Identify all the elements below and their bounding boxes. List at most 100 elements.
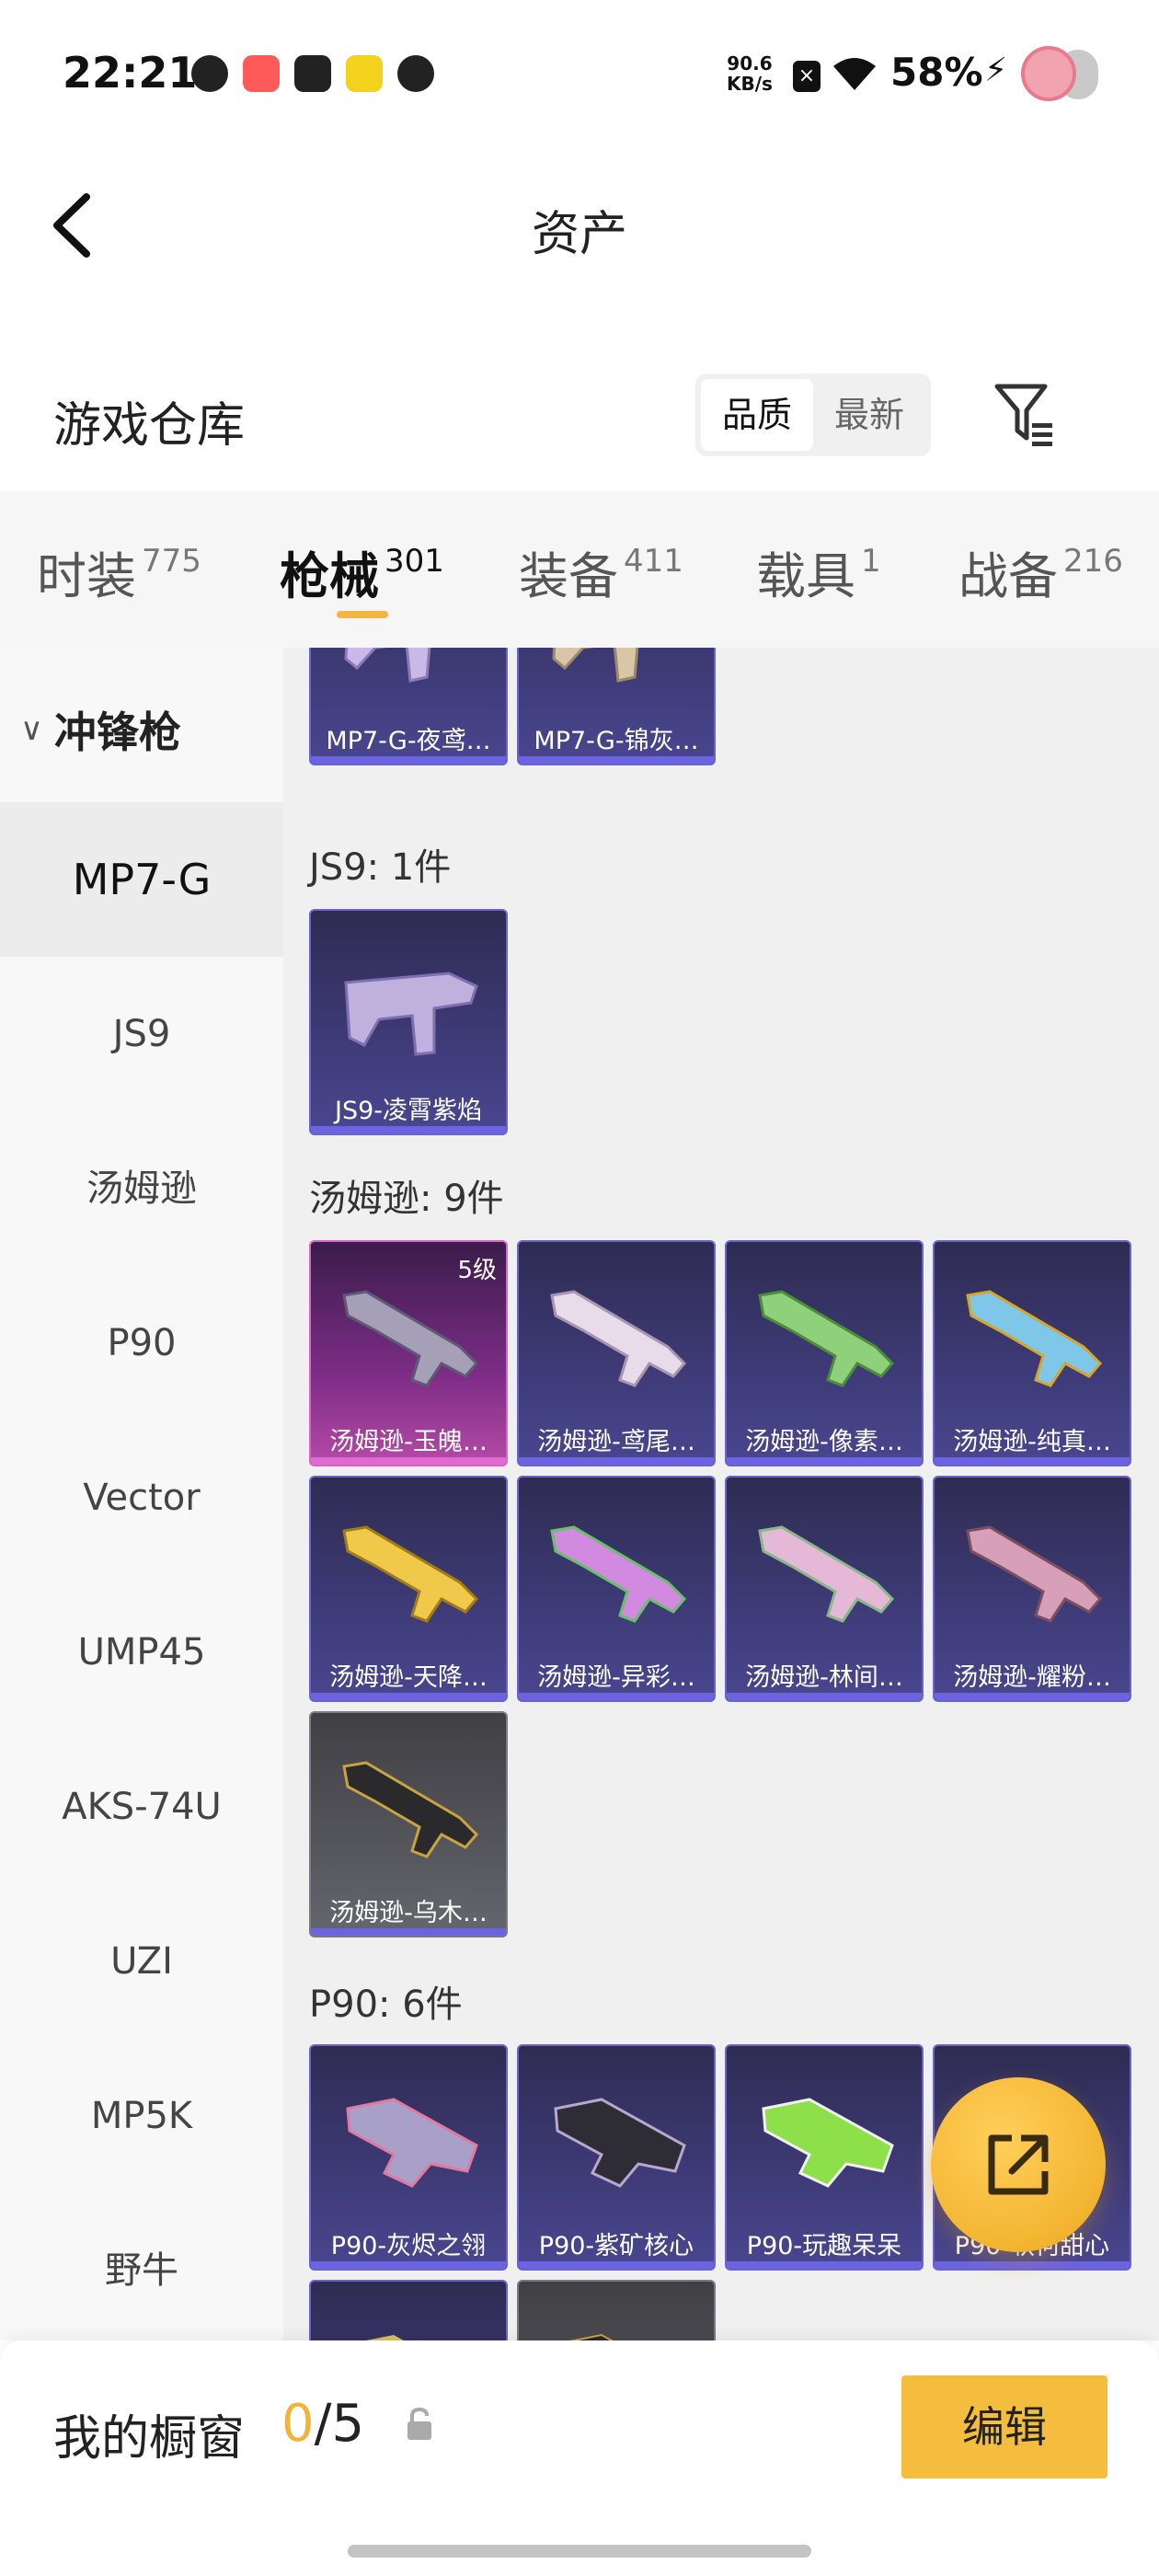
tab-label: 战备 bbox=[958, 547, 1058, 605]
weapon-image bbox=[344, 972, 478, 1056]
weapon-image bbox=[550, 1525, 687, 1623]
weapon-name: JS9-凌霄紫焰 bbox=[334, 1097, 483, 1125]
tab-fashion[interactable]: 时装 775 bbox=[37, 535, 201, 608]
weapon-name: 汤姆逊-耀粉… bbox=[953, 1663, 1111, 1692]
share-button[interactable] bbox=[931, 2077, 1106, 2252]
tab-count: 411 bbox=[624, 543, 683, 580]
showcase-count-total: /5 bbox=[314, 2394, 365, 2454]
weapon-image bbox=[758, 1290, 895, 1387]
location-icon bbox=[191, 55, 228, 92]
weapon-card[interactable] bbox=[517, 2280, 716, 2340]
weapon-card[interactable]: MP7-G-锦灰… bbox=[517, 648, 716, 765]
sidebar-item-uzi[interactable]: UZI bbox=[0, 1884, 283, 2039]
search-app-icon bbox=[397, 55, 434, 92]
weapon-card[interactable]: P90-灰烬之翎 bbox=[309, 2044, 508, 2271]
section-title-js9: JS9: 1件 bbox=[309, 846, 452, 889]
section-title-p90: P90: 6件 bbox=[309, 1984, 463, 2026]
page-title: 资产 bbox=[531, 207, 627, 262]
weapon-name: MP7-G-锦灰… bbox=[534, 727, 699, 755]
weapon-card[interactable]: 汤姆逊-乌木… bbox=[309, 1711, 508, 1938]
sim-icon: × bbox=[793, 61, 820, 92]
weapon-name: 汤姆逊-天降… bbox=[329, 1663, 488, 1692]
weapon-card[interactable] bbox=[309, 2280, 508, 2340]
notification-icons bbox=[191, 55, 434, 92]
weapon-card[interactable]: 汤姆逊-鸢尾… bbox=[517, 1240, 716, 1466]
tab-label: 时装 bbox=[37, 547, 136, 605]
weapon-image bbox=[552, 648, 639, 683]
weapon-image bbox=[344, 648, 431, 683]
tab-label: 枪械 bbox=[280, 547, 379, 605]
rarity-bar bbox=[727, 1693, 922, 1700]
tab-vehicles[interactable]: 载具 1 bbox=[756, 535, 881, 608]
weapon-name: P90-紫矿核心 bbox=[538, 2232, 694, 2260]
sort-newest-button[interactable]: 最新 bbox=[813, 379, 925, 451]
sidebar-item-vector[interactable]: Vector bbox=[0, 1420, 283, 1575]
sidebar-item-mp5k[interactable]: MP5K bbox=[0, 2039, 283, 2193]
weapon-image bbox=[966, 1525, 1103, 1623]
app-notification-icon bbox=[243, 55, 280, 92]
weapon-card[interactable]: 汤姆逊-耀粉… bbox=[933, 1476, 1131, 1702]
tab-count: 1 bbox=[861, 543, 881, 580]
edit-button[interactable]: 编辑 bbox=[901, 2375, 1107, 2478]
weapon-image bbox=[762, 2098, 894, 2188]
filter-icon[interactable] bbox=[992, 381, 1058, 451]
category-tabs: 时装 775 枪械 301 装备 411 载具 1 战备 216 bbox=[0, 491, 1159, 648]
battery-level: 58% bbox=[890, 50, 983, 95]
rarity-bar bbox=[311, 1457, 506, 1465]
weapon-name: 汤姆逊-玉魄… bbox=[329, 1428, 488, 1456]
sidebar-category-smg[interactable]: ∨ 冲锋枪 bbox=[20, 699, 181, 760]
weapon-image bbox=[366, 2335, 404, 2340]
tab-equipment[interactable]: 装备 411 bbox=[519, 535, 683, 608]
tab-count: 216 bbox=[1063, 543, 1123, 580]
tab-supplies[interactable]: 战备 216 bbox=[958, 535, 1123, 608]
home-indicator[interactable] bbox=[348, 2545, 811, 2558]
sidebar-item-bison[interactable]: 野牛 bbox=[0, 2193, 283, 2340]
sidebar-item-ump45[interactable]: UMP45 bbox=[0, 1575, 283, 1730]
weapon-card[interactable]: 5级 汤姆逊-玉魄… bbox=[309, 1240, 508, 1466]
weapon-card[interactable]: 汤姆逊-像素… bbox=[725, 1240, 924, 1466]
weapon-card[interactable]: P90-玩趣呆呆 bbox=[725, 2044, 924, 2271]
weapon-name: 汤姆逊-鸢尾… bbox=[537, 1428, 695, 1456]
rarity-bar bbox=[519, 2261, 714, 2269]
chevron-down-icon: ∨ bbox=[20, 711, 43, 748]
repository-title: 游戏仓库 bbox=[53, 398, 246, 454]
rarity-bar bbox=[311, 2261, 506, 2269]
tab-count: 775 bbox=[142, 543, 201, 580]
weapon-image bbox=[554, 2098, 686, 2188]
weapon-image bbox=[342, 1525, 479, 1623]
sidebar-item-p90[interactable]: P90 bbox=[0, 1266, 283, 1420]
weapon-card[interactable]: 汤姆逊-天降… bbox=[309, 1476, 508, 1702]
weapon-image bbox=[568, 2333, 614, 2340]
sidebar-item-js9[interactable]: JS9 bbox=[0, 957, 283, 1111]
status-bar: 22:21 90.6 KB/s × 58% ⚡ bbox=[0, 0, 1159, 138]
sidebar-item-aks74u[interactable]: AKS-74U bbox=[0, 1730, 283, 1884]
weapon-name: 汤姆逊-林间… bbox=[745, 1663, 903, 1692]
weapon-image bbox=[550, 1290, 687, 1387]
sidebar-item-thompson[interactable]: 汤姆逊 bbox=[0, 1111, 283, 1266]
tab-count: 301 bbox=[384, 543, 444, 580]
weapon-name: MP7-G-夜鸢… bbox=[326, 727, 491, 755]
section-title-thompson: 汤姆逊: 9件 bbox=[309, 1178, 504, 1220]
speed-value: 90.6 bbox=[727, 52, 773, 75]
active-tab-indicator bbox=[337, 611, 388, 618]
weapon-name: 汤姆逊-异彩… bbox=[537, 1663, 695, 1692]
showcase-bar: 我的橱窗 0/5 编辑 bbox=[0, 2340, 1159, 2576]
rarity-bar bbox=[727, 1457, 922, 1465]
weapon-sidebar: ∨ 冲锋枪 MP7-G JS9 汤姆逊 P90 Vector UMP45 AKS… bbox=[0, 648, 283, 2340]
weapon-card[interactable]: JS9-凌霄紫焰 bbox=[309, 909, 508, 1135]
weapon-name: 汤姆逊-乌木… bbox=[329, 1899, 488, 1927]
weapon-card[interactable]: 汤姆逊-林间… bbox=[725, 1476, 924, 1702]
tab-label: 装备 bbox=[519, 547, 618, 605]
sidebar-item-mp7g[interactable]: MP7-G bbox=[0, 802, 283, 957]
tab-firearms[interactable]: 枪械 301 bbox=[280, 535, 444, 608]
weapon-card[interactable]: 汤姆逊-异彩… bbox=[517, 1476, 716, 1702]
weapon-card[interactable]: P90-紫矿核心 bbox=[517, 2044, 716, 2271]
weapon-card[interactable]: 汤姆逊-纯真… bbox=[933, 1240, 1131, 1466]
rarity-bar bbox=[311, 1928, 506, 1936]
weapon-name: 汤姆逊-像素… bbox=[745, 1428, 903, 1456]
sort-quality-button[interactable]: 品质 bbox=[701, 379, 813, 451]
charging-icon: ⚡ bbox=[984, 52, 1008, 89]
weapon-image bbox=[342, 1290, 479, 1387]
weapon-card[interactable]: MP7-G-夜鸢… bbox=[309, 648, 508, 765]
rarity-bar bbox=[935, 1693, 1130, 1700]
